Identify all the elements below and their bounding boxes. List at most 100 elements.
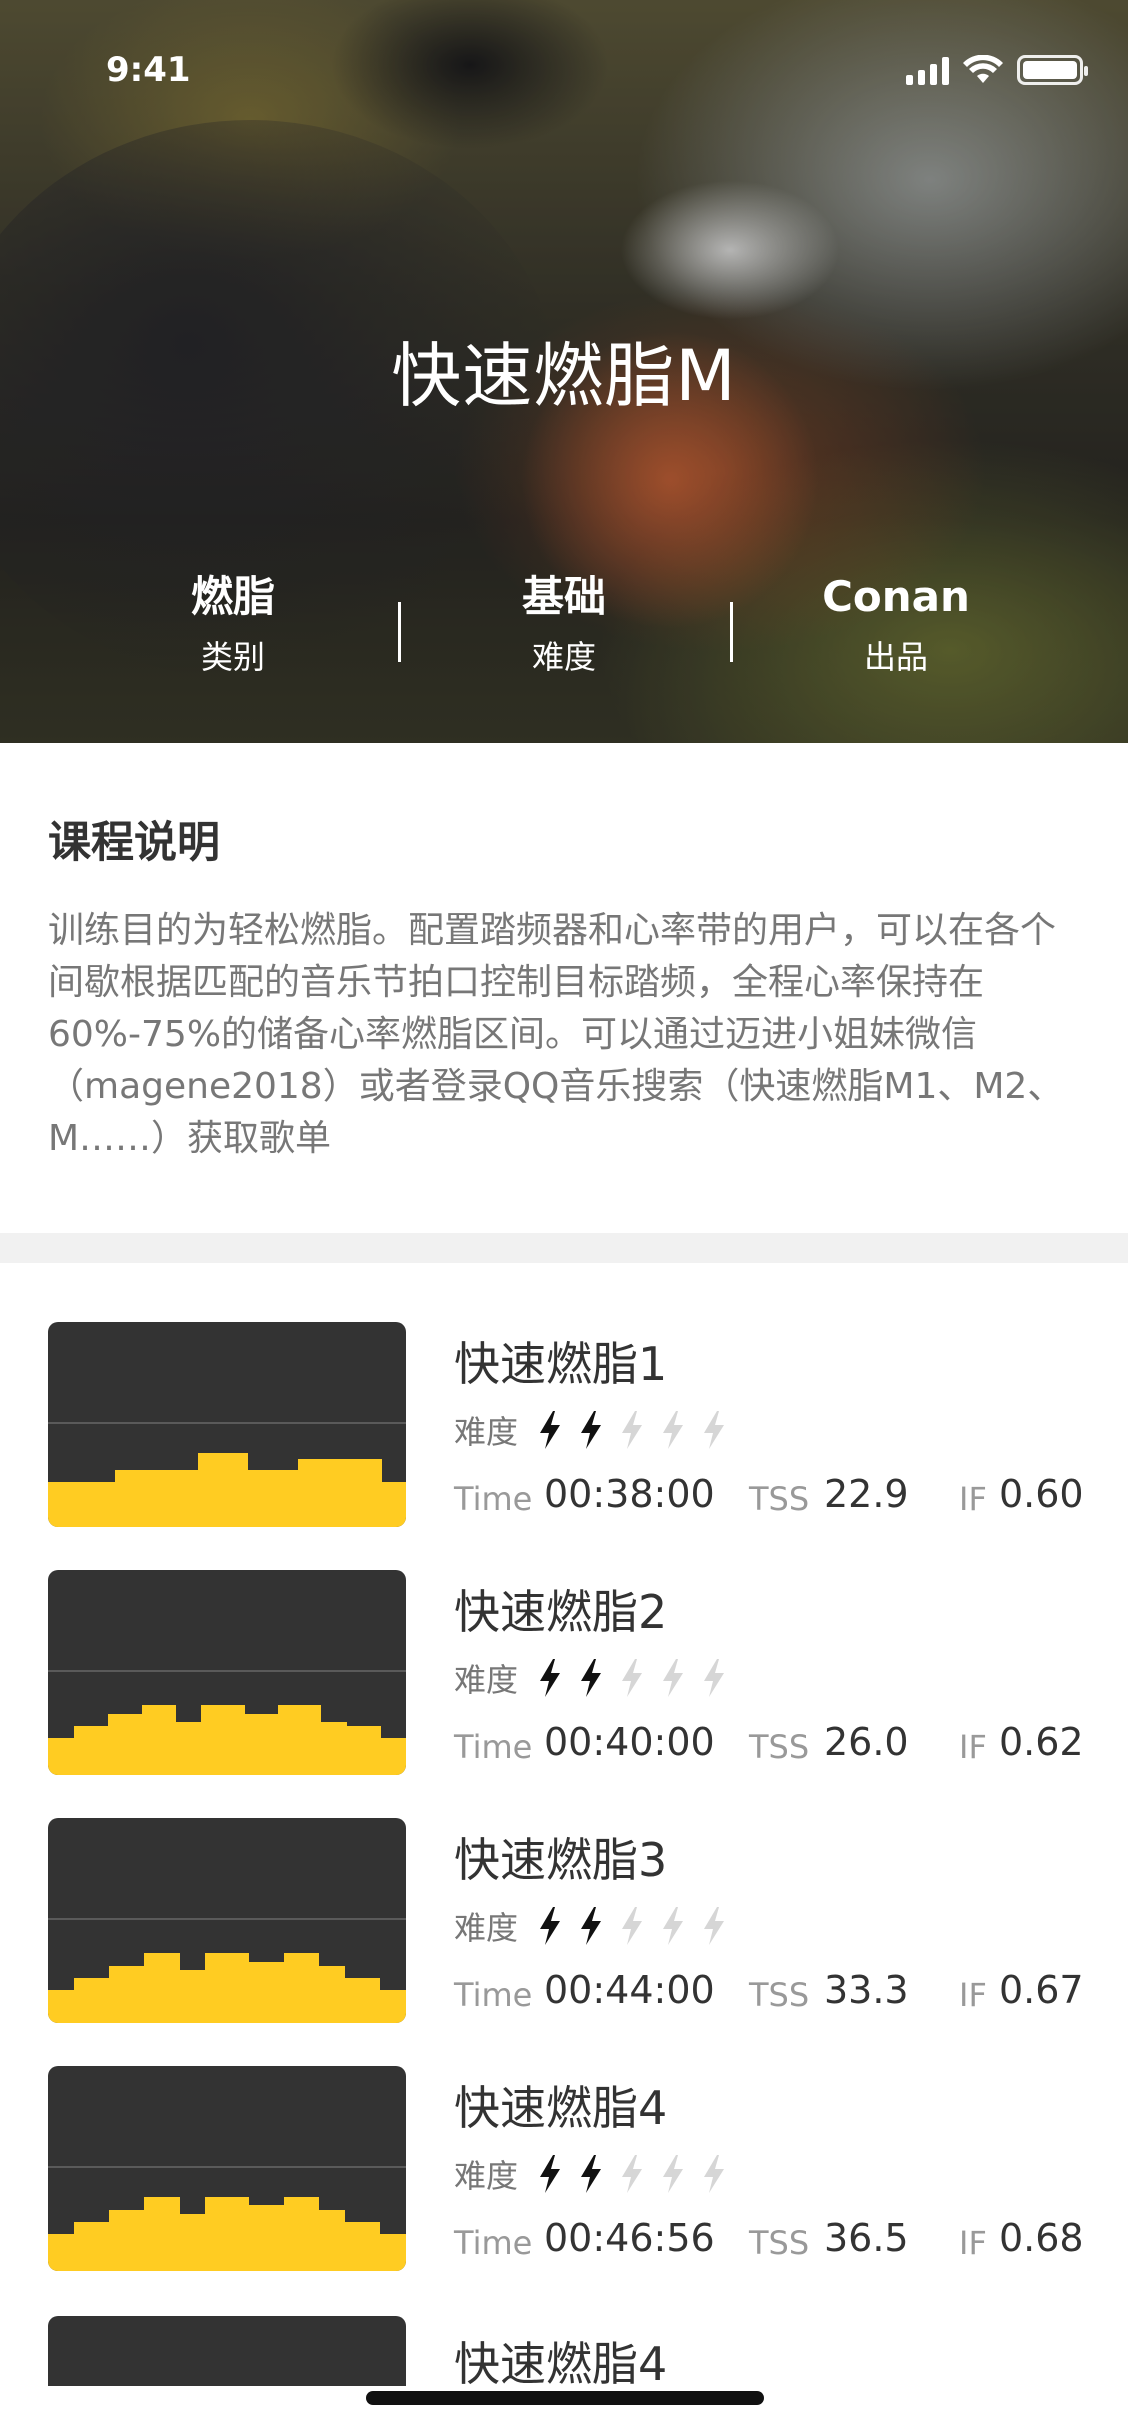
course-card-title: 快速燃脂4 [454, 2337, 668, 2386]
battery-icon [1017, 55, 1088, 85]
tss-label: TSS [749, 1480, 810, 1518]
if-label: IF [959, 1480, 987, 1518]
course-card[interactable]: 快速燃脂3 难度 Time 00:44:00 TSS 33.3 IF 0.67 [0, 1818, 1128, 2023]
bolt-filled-icon [540, 2155, 561, 2193]
bolt-empty-icon [622, 1659, 643, 1697]
stat-difficulty-label: 难度 [531, 638, 596, 676]
bolt-filled-icon [540, 1907, 561, 1945]
bolt-filled-icon [540, 1411, 561, 1449]
tss-value: 36.5 [824, 2216, 909, 2260]
if-label: IF [959, 1728, 987, 1766]
course-metrics: Time 00:40:00 TSS 26.0 IF 0.62 [454, 1718, 1094, 1770]
if-value: 0.62 [999, 1720, 1084, 1764]
tss-value: 26.0 [824, 1720, 909, 1764]
course-thumbnail [48, 1818, 406, 2023]
course-metrics: Time 00:38:00 TSS 22.9 IF 0.60 [454, 1470, 1094, 1522]
course-metrics: Time 00:44:00 TSS 33.3 IF 0.67 [454, 1966, 1094, 2018]
course-card-peek[interactable]: 快速燃脂4 [0, 2316, 1128, 2386]
course-title: 快速燃脂M [391, 335, 737, 417]
bolt-empty-icon [704, 1659, 725, 1697]
stat-difficulty: 基础 难度 [399, 562, 729, 682]
if-value: 0.67 [999, 1968, 1084, 2012]
stat-category-value: 燃脂 [190, 572, 275, 621]
if-value: 0.60 [999, 1472, 1084, 1516]
profile-bar [397, 1738, 406, 1775]
bolt-empty-icon [622, 2155, 643, 2193]
description-text: 训练目的为轻松燃脂。配置踏频器和心率带的用户，可以在各个间歇根据匹配的音乐节拍口… [48, 910, 1064, 1159]
bolt-filled-icon [581, 1659, 602, 1697]
profile-bar [397, 1481, 406, 1527]
section-separator [0, 1233, 1128, 1263]
course-card[interactable]: 快速燃脂4 难度 Time 00:46:56 TSS 36.5 IF 0.68 [0, 2066, 1128, 2271]
hero-banner: 9:41 快速燃脂M 燃脂 类别 基础 难度 Conan 出品 [0, 0, 1128, 743]
time-value: 00:46:56 [544, 2216, 715, 2260]
time-label: Time [454, 1480, 533, 1518]
bolt-empty-icon [704, 2155, 725, 2193]
tss-value: 33.3 [824, 1968, 909, 2012]
course-thumbnail [48, 2316, 406, 2386]
stat-producer-value: Conan [822, 572, 970, 621]
course-card-title: 快速燃脂4 [454, 2081, 668, 2135]
stat-producer: Conan 出品 [731, 562, 1061, 682]
bolt-empty-icon [663, 2155, 684, 2193]
time-value: 00:38:00 [544, 1472, 715, 1516]
difficulty-label: 难度 [454, 1661, 519, 1699]
difficulty-label: 难度 [454, 1909, 519, 1947]
if-label: IF [959, 1976, 987, 2014]
bolt-filled-icon [581, 1411, 602, 1449]
course-thumbnail [48, 2066, 406, 2271]
threshold-line [48, 1918, 406, 1920]
course-difficulty: 难度 [454, 2152, 743, 2196]
bolt-empty-icon [622, 1411, 643, 1449]
course-difficulty: 难度 [454, 1656, 743, 1700]
bolt-empty-icon [663, 1411, 684, 1449]
if-label: IF [959, 2224, 987, 2262]
time-label: Time [454, 1976, 533, 2014]
stat-producer-label: 出品 [863, 638, 928, 676]
bolt-filled-icon [581, 2155, 602, 2193]
status-bar: 9:41 [0, 0, 1128, 140]
course-detail-page: 9:41 快速燃脂M 燃脂 类别 基础 难度 Conan 出品 课程说明 训练目… [0, 0, 1128, 2436]
signal-icon [906, 55, 949, 85]
bolt-empty-icon [622, 1907, 643, 1945]
bolt-empty-icon [663, 1907, 684, 1945]
status-icons [906, 52, 1088, 88]
course-card-title: 快速燃脂2 [454, 1585, 668, 1639]
tss-label: TSS [749, 2224, 810, 2262]
stat-category-label: 类别 [200, 638, 265, 676]
bolt-empty-icon [663, 1659, 684, 1697]
bolt-empty-icon [704, 1907, 725, 1945]
course-card-title: 快速燃脂3 [454, 1833, 668, 1887]
profile-bar [397, 2234, 406, 2271]
course-difficulty: 难度 [454, 1408, 743, 1452]
difficulty-label: 难度 [454, 1413, 519, 1451]
threshold-line [48, 1422, 406, 1424]
if-value: 0.68 [999, 2216, 1084, 2260]
time-label: Time [454, 2224, 533, 2262]
course-card[interactable]: 快速燃脂2 难度 Time 00:40:00 TSS 26.0 IF 0.62 [0, 1570, 1128, 1775]
bolt-empty-icon [704, 1411, 725, 1449]
tss-value: 22.9 [824, 1472, 909, 1516]
time-label: Time [454, 1728, 533, 1766]
bolt-filled-icon [540, 1659, 561, 1697]
profile-bar [397, 1990, 406, 2023]
tss-label: TSS [749, 1976, 810, 2014]
threshold-line [48, 2166, 406, 2168]
course-metrics: Time 00:46:56 TSS 36.5 IF 0.68 [454, 2214, 1094, 2266]
course-card-title: 快速燃脂1 [454, 1337, 668, 1391]
stat-difficulty-value: 基础 [521, 572, 606, 621]
status-time: 9:41 [106, 50, 191, 90]
bolt-filled-icon [581, 1907, 602, 1945]
time-value: 00:40:00 [544, 1720, 715, 1764]
course-thumbnail [48, 1322, 406, 1527]
home-indicator[interactable] [366, 2391, 764, 2405]
course-difficulty: 难度 [454, 1904, 743, 1948]
course-card[interactable]: 快速燃脂1 难度 Time 00:38:00 TSS 22.9 IF 0.60 [0, 1322, 1128, 1527]
wifi-icon [963, 55, 1003, 83]
difficulty-label: 难度 [454, 2157, 519, 2195]
time-value: 00:44:00 [544, 1968, 715, 2012]
description-heading: 课程说明 [48, 818, 220, 868]
stat-category: 燃脂 类别 [68, 562, 398, 682]
tss-label: TSS [749, 1728, 810, 1766]
course-thumbnail [48, 1570, 406, 1775]
